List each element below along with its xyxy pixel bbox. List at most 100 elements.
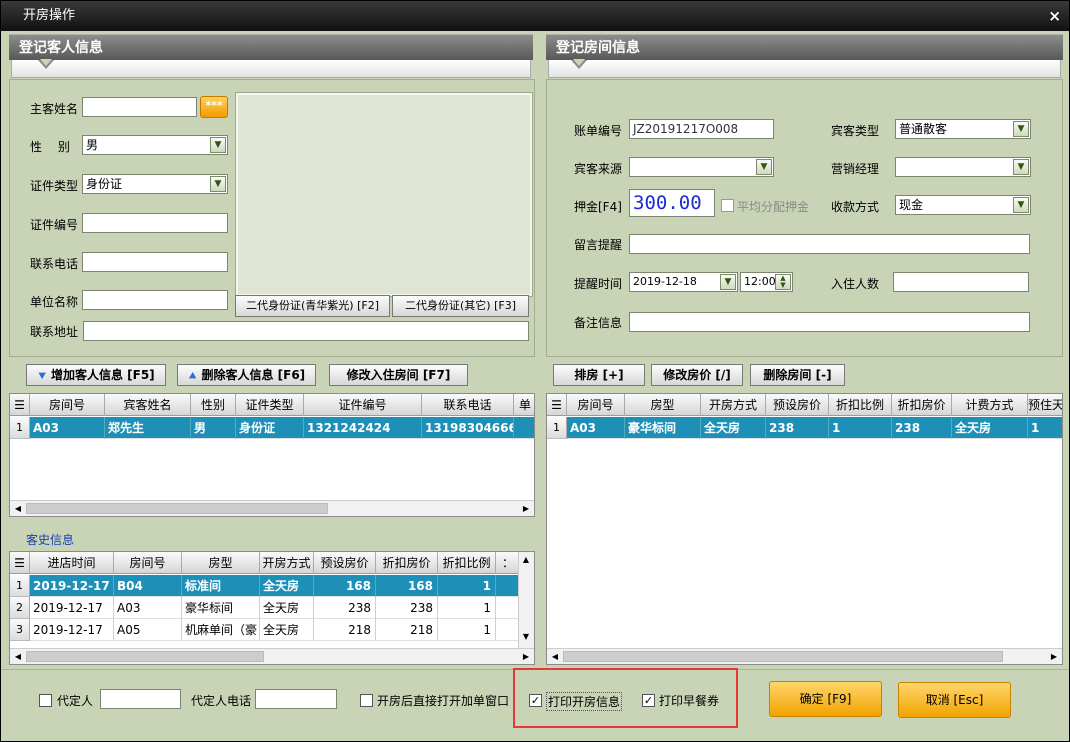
table-cell[interactable]	[496, 619, 520, 641]
remind-date-select[interactable]: 2019-12-18 ▼	[629, 272, 738, 292]
table-row[interactable]: 1 A03 豪华标间 全天房 238 1 238 全天房 1	[547, 417, 1062, 439]
guest-name-lookup-button[interactable]: ***	[200, 96, 228, 118]
grid-column-header[interactable]: 房型	[182, 552, 260, 574]
read-id-other-button[interactable]: 二代身份证(其它) [F3]	[392, 295, 529, 317]
grid-menu-icon[interactable]: ☰	[10, 394, 30, 416]
grid-column-header[interactable]: 折扣房价	[892, 394, 952, 416]
scroll-thumb[interactable]	[26, 651, 264, 662]
table-cell[interactable]: 1	[829, 417, 892, 439]
table-cell[interactable]: 238	[376, 597, 438, 619]
grid-column-header[interactable]: 开房方式	[260, 552, 314, 574]
table-cell[interactable]: 全天房	[701, 417, 766, 439]
table-cell[interactable]: 身份证	[236, 417, 304, 439]
grid-column-header[interactable]: 宾客姓名	[105, 394, 191, 416]
table-cell[interactable]: 238	[766, 417, 829, 439]
grid-column-header[interactable]: 性别	[191, 394, 236, 416]
grid-column-header[interactable]: 房间号	[30, 394, 105, 416]
history-grid[interactable]: ☰ 进店时间 房间号 房型 开房方式 预设房价 折扣房价 折扣比例 ： 1 20…	[9, 551, 535, 665]
guest-name-input[interactable]	[82, 97, 197, 117]
scroll-left-icon[interactable]: ◀	[548, 650, 562, 664]
table-cell[interactable]: 男	[191, 417, 236, 439]
grid-column-header[interactable]: 证件编号	[304, 394, 422, 416]
grid-column-header[interactable]: 房间号	[114, 552, 182, 574]
table-cell[interactable]: 1	[438, 575, 496, 597]
read-id-qinghua-button[interactable]: 二代身份证(青华紫光) [F2]	[235, 295, 390, 317]
table-cell[interactable]	[514, 417, 534, 439]
scroll-left-icon[interactable]: ◀	[11, 502, 25, 516]
scroll-thumb[interactable]	[26, 503, 328, 514]
agent-checkbox[interactable]	[39, 694, 52, 707]
grid-column-header[interactable]: 计费方式	[952, 394, 1028, 416]
delete-guest-button[interactable]: ⯅ 删除客人信息 [F6]	[177, 364, 316, 386]
agent-input[interactable]	[100, 689, 181, 709]
guest-type-select[interactable]: 普通散客 ▼	[895, 119, 1031, 139]
source-select[interactable]: ▼	[629, 157, 774, 177]
pay-method-select[interactable]: 现金 ▼	[895, 195, 1031, 215]
table-cell[interactable]: 13198304666	[422, 417, 514, 439]
table-cell[interactable]: 机麻单间（豪	[182, 619, 260, 641]
grid-column-header[interactable]: 折扣比例	[438, 552, 496, 574]
scroll-thumb[interactable]	[563, 651, 1003, 662]
grid-column-header[interactable]: 折扣比例	[829, 394, 892, 416]
table-cell[interactable]: 1	[438, 619, 496, 641]
table-cell[interactable]	[496, 575, 520, 597]
table-cell[interactable]: 标准间	[182, 575, 260, 597]
close-icon[interactable]: ×	[1048, 1, 1061, 31]
checkin-count-input[interactable]	[893, 272, 1029, 292]
split-deposit-checkbox[interactable]	[721, 199, 734, 212]
table-cell[interactable]: 238	[892, 417, 952, 439]
gender-select[interactable]: 男 ▼	[82, 135, 228, 155]
table-cell[interactable]: 全天房	[260, 597, 314, 619]
table-cell[interactable]: A03	[114, 597, 182, 619]
guest-grid[interactable]: ☰ 房间号 宾客姓名 性别 证件类型 证件编号 联系电话 单 1 A03 郑先生…	[9, 393, 535, 517]
table-cell[interactable]: 全天房	[260, 619, 314, 641]
table-cell[interactable]	[496, 597, 520, 619]
table-cell[interactable]: 218	[314, 619, 376, 641]
table-cell[interactable]: A05	[114, 619, 182, 641]
table-cell[interactable]: 郑先生	[105, 417, 191, 439]
grid-column-header[interactable]: 折扣房价	[376, 552, 438, 574]
grid-column-header[interactable]: 房型	[625, 394, 701, 416]
table-cell[interactable]: B04	[114, 575, 182, 597]
change-price-button[interactable]: 修改房价 [/]	[651, 364, 743, 386]
print-breakfast-checkbox[interactable]: ✓	[642, 694, 655, 707]
table-row[interactable]: 2 2019-12-17 A03 豪华标间 全天房 238 238 1	[10, 597, 520, 619]
phone-input[interactable]	[82, 252, 228, 272]
table-row[interactable]: 1 A03 郑先生 男 身份证 1321242424 13198304666	[10, 417, 534, 439]
scroll-left-icon[interactable]: ◀	[11, 650, 25, 664]
remind-time-spinner[interactable]: 12:00 ▲ ▼	[740, 272, 793, 292]
table-cell[interactable]: 2019-12-17	[30, 575, 114, 597]
change-room-button[interactable]: 修改入住房间 [F7]	[329, 364, 468, 386]
grid-column-header[interactable]: 证件类型	[236, 394, 304, 416]
spinner-icon[interactable]: ▲ ▼	[775, 274, 791, 290]
table-cell[interactable]: 2019-12-17	[30, 597, 114, 619]
assign-room-button[interactable]: 排房 [+]	[553, 364, 645, 386]
grid-column-header[interactable]: 开房方式	[701, 394, 766, 416]
grid-column-header[interactable]: 预设房价	[766, 394, 829, 416]
address-input[interactable]	[83, 321, 529, 341]
table-cell[interactable]: 全天房	[260, 575, 314, 597]
scroll-right-icon[interactable]: ▶	[1047, 650, 1061, 664]
grid-column-header[interactable]: 房间号	[567, 394, 625, 416]
guest-grid-hscrollbar[interactable]: ◀ ▶	[10, 500, 534, 516]
id-type-select[interactable]: 身份证 ▼	[82, 174, 228, 194]
table-cell[interactable]: 218	[376, 619, 438, 641]
message-input[interactable]	[629, 234, 1030, 254]
grid-menu-icon[interactable]: ☰	[10, 552, 30, 574]
company-input[interactable]	[82, 290, 228, 310]
room-grid-hscrollbar[interactable]: ◀ ▶	[547, 648, 1062, 664]
cancel-button[interactable]: 取消 [Esc]	[898, 682, 1011, 718]
deposit-input[interactable]: 300.00	[629, 189, 715, 217]
bill-no-input[interactable]: JZ20191217O008	[629, 119, 774, 139]
history-grid-hscrollbar[interactable]: ◀ ▶	[10, 648, 534, 664]
scroll-right-icon[interactable]: ▶	[519, 650, 533, 664]
table-cell[interactable]: 1	[438, 597, 496, 619]
table-row[interactable]: 1 2019-12-17 B04 标准间 全天房 168 168 1	[10, 575, 520, 597]
id-no-input[interactable]	[82, 213, 228, 233]
table-cell[interactable]: 豪华标间	[182, 597, 260, 619]
table-cell[interactable]: 168	[376, 575, 438, 597]
agent-phone-input[interactable]	[255, 689, 337, 709]
table-cell[interactable]: 1321242424	[304, 417, 422, 439]
grid-menu-icon[interactable]: ☰	[547, 394, 567, 416]
scroll-right-icon[interactable]: ▶	[519, 502, 533, 516]
